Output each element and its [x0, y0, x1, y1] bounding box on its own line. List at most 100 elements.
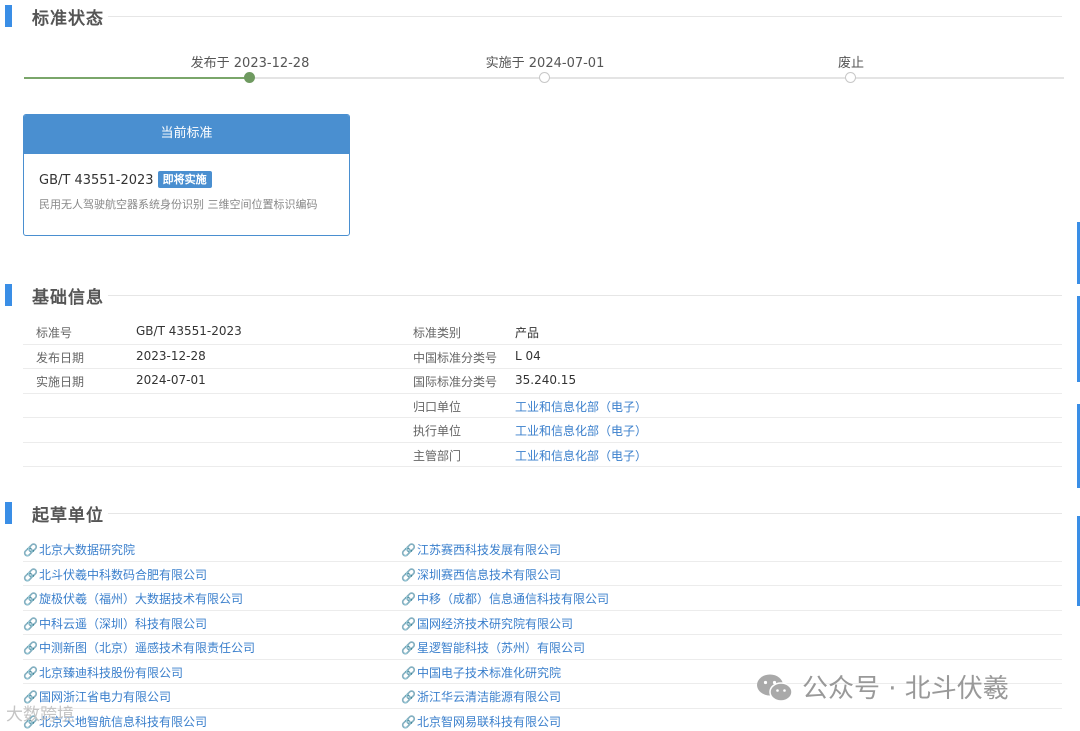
drafting-unit-link[interactable]: 🔗国网经济技术研究院有限公司	[401, 615, 573, 632]
status-timeline: 发布于 2023-12-28 实施于 2024-07-01 废止	[24, 48, 1064, 88]
section-accent-bar	[5, 502, 12, 524]
link-icon: 🔗	[23, 616, 38, 631]
info-value: 产品	[515, 326, 540, 340]
wechat-icon	[757, 674, 793, 702]
section-title: 基础信息	[32, 288, 104, 308]
section-divider	[108, 513, 1062, 514]
info-row: 标准号 GB/T 43551-2023 标准类别 产品	[23, 320, 1062, 345]
section-divider	[108, 16, 1062, 17]
standard-code-text: GB/T 43551-2023	[39, 173, 154, 188]
drafting-unit-name: 旋极伏羲（福州）大数据技术有限公司	[39, 592, 244, 606]
current-standard-card[interactable]: 当前标准 GB/T 43551-2023 即将实施 民用无人驾驶航空器系统身份识别…	[23, 114, 350, 236]
wechat-watermark: 公众号 · 北斗伏羲	[756, 668, 1009, 708]
timeline-step-implemented: 实施于 2024-07-01	[485, 56, 605, 71]
status-section-header: 标准状态	[0, 2, 1062, 30]
info-key: 实施日期	[36, 375, 85, 389]
timeline-dot-implemented	[539, 72, 550, 83]
info-key: 发布日期	[36, 350, 85, 365]
timeline-step-abolished: 废止	[837, 56, 865, 71]
timeline-progress	[24, 77, 250, 79]
info-row: 发布日期 2023-12-28 中国标准分类号 L 04	[23, 345, 1062, 369]
info-link-responsible-unit[interactable]: 工业和信息化部（电子）	[515, 398, 647, 415]
drafting-unit-link[interactable]: 🔗中测新图（北京）遥感技术有限责任公司	[23, 639, 255, 656]
info-key: 中国标准分类号	[413, 350, 498, 365]
drafting-unit-name: 北京大数据研究院	[39, 543, 136, 557]
info-value: GB/T 43551-2023	[136, 324, 242, 338]
drafting-unit-name: 深圳赛西信息技术有限公司	[417, 567, 562, 582]
link-icon: 🔗	[401, 665, 416, 680]
info-key: 执行单位	[413, 424, 462, 438]
info-row: 归口单位 工业和信息化部（电子）	[23, 394, 1062, 418]
drafting-unit-link[interactable]: 🔗北京智网易联科技有限公司	[401, 713, 561, 730]
drafting-unit-name: 国网经济技术研究院有限公司	[417, 616, 574, 631]
list-item: 🔗北京天地智航信息科技有限公司 🔗北京智网易联科技有限公司	[23, 709, 1062, 731]
drafting-unit-name: 江苏赛西科技发展有限公司	[417, 543, 562, 557]
info-value: 2023-12-28	[136, 348, 206, 363]
drafting-unit-name: 中科云遥（深圳）科技有限公司	[39, 616, 208, 631]
list-item: 🔗北京大数据研究院 🔗江苏赛西科技发展有限公司	[23, 537, 1062, 562]
link-icon: 🔗	[401, 690, 416, 704]
info-key: 国际标准分类号	[413, 375, 498, 389]
list-item: 🔗中测新图（北京）遥感技术有限责任公司 🔗星逻智能科技（苏州）有限公司	[23, 635, 1062, 660]
drafting-unit-name: 北京臻迪科技股份有限公司	[39, 665, 184, 680]
drafting-units-section-header: 起草单位	[0, 499, 1062, 527]
drafting-unit-link[interactable]: 🔗中国电子技术标准化研究院	[401, 664, 561, 681]
drafting-unit-name: 中测新图（北京）遥感技术有限责任公司	[39, 641, 256, 655]
section-divider	[108, 295, 1062, 296]
section-title: 标准状态	[32, 9, 104, 29]
secondary-watermark: 大数跨境	[6, 700, 74, 725]
standard-description: 民用无人驾驶航空器系统身份识别 三维空间位置标识编码	[39, 198, 318, 211]
drafting-unit-name: 北京智网易联科技有限公司	[417, 714, 562, 729]
basic-info-section-header: 基础信息	[0, 281, 1062, 309]
drafting-unit-link[interactable]: 🔗江苏赛西科技发展有限公司	[401, 541, 561, 558]
link-icon: 🔗	[23, 592, 38, 606]
timeline-dot-abolished	[845, 72, 856, 83]
link-icon: 🔗	[401, 592, 416, 606]
info-row: 主管部门 工业和信息化部（电子）	[23, 443, 1062, 467]
section-accent-bar	[5, 5, 12, 27]
link-icon: 🔗	[23, 567, 38, 582]
info-row: 执行单位 工业和信息化部（电子）	[23, 418, 1062, 443]
list-item: 🔗旋极伏羲（福州）大数据技术有限公司 🔗中移（成都）信息通信科技有限公司	[23, 586, 1062, 611]
link-icon: 🔗	[23, 543, 38, 557]
link-icon: 🔗	[23, 641, 38, 655]
link-icon: 🔗	[401, 641, 416, 655]
card-header: 当前标准	[24, 115, 349, 154]
link-icon: 🔗	[401, 714, 416, 729]
link-icon: 🔗	[401, 616, 416, 631]
section-accent-bar	[5, 284, 12, 306]
drafting-unit-link[interactable]: 🔗中移（成都）信息通信科技有限公司	[401, 590, 609, 607]
drafting-unit-link[interactable]: 🔗中科云遥（深圳）科技有限公司	[23, 615, 207, 632]
info-value: 2024-07-01	[136, 373, 206, 387]
drafting-unit-link[interactable]: 🔗深圳赛西信息技术有限公司	[401, 566, 561, 583]
status-badge: 即将实施	[157, 171, 212, 188]
info-key: 标准类别	[413, 326, 462, 340]
timeline-dot-published	[244, 72, 255, 83]
info-link-competent-dept[interactable]: 工业和信息化部（电子）	[515, 447, 647, 464]
drafting-unit-link[interactable]: 🔗旋极伏羲（福州）大数据技术有限公司	[23, 590, 243, 607]
link-icon: 🔗	[401, 567, 416, 582]
drafting-unit-link[interactable]: 🔗星逻智能科技（苏州）有限公司	[401, 639, 585, 656]
drafting-unit-name: 星逻智能科技（苏州）有限公司	[417, 641, 586, 655]
info-key: 标准号	[36, 326, 73, 340]
info-value: 35.240.15	[515, 373, 577, 387]
drafting-unit-name: 中国电子技术标准化研究院	[417, 665, 562, 680]
watermark-text: 公众号 · 北斗伏羲	[802, 674, 1009, 704]
drafting-unit-link[interactable]: 🔗北京臻迪科技股份有限公司	[23, 664, 183, 681]
info-row: 实施日期 2024-07-01 国际标准分类号 35.240.15	[23, 369, 1062, 394]
info-value: L 04	[515, 348, 541, 363]
drafting-unit-link[interactable]: 🔗北斗伏羲中科数码合肥有限公司	[23, 566, 207, 583]
drafting-unit-name: 中移（成都）信息通信科技有限公司	[417, 592, 610, 606]
drafting-unit-name: 浙江华云清洁能源有限公司	[417, 690, 562, 704]
info-key: 归口单位	[413, 399, 462, 414]
link-icon: 🔗	[401, 543, 416, 557]
section-title: 起草单位	[32, 506, 104, 526]
drafting-unit-link[interactable]: 🔗北京大数据研究院	[23, 541, 135, 558]
info-link-executing-unit[interactable]: 工业和信息化部（电子）	[515, 422, 647, 439]
link-icon: 🔗	[23, 665, 38, 680]
timeline-step-published: 发布于 2023-12-28	[190, 56, 310, 71]
drafting-unit-link[interactable]: 🔗浙江华云清洁能源有限公司	[401, 688, 561, 705]
basic-info-table: 标准号 GB/T 43551-2023 标准类别 产品 发布日期 2023-12…	[23, 320, 1062, 467]
list-item: 🔗北斗伏羲中科数码合肥有限公司 🔗深圳赛西信息技术有限公司	[23, 562, 1062, 586]
drafting-unit-name: 北斗伏羲中科数码合肥有限公司	[39, 567, 208, 582]
